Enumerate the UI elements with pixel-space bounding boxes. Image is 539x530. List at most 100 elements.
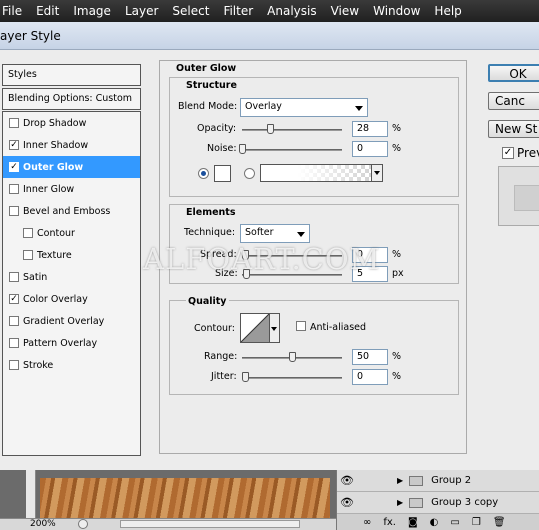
menu-help[interactable]: Help xyxy=(427,4,468,18)
folder-icon[interactable]: ▭ xyxy=(450,517,459,528)
menu-view[interactable]: View xyxy=(324,4,366,18)
checkbox-drop-shadow[interactable] xyxy=(9,118,19,128)
size-slider-track[interactable] xyxy=(242,274,342,276)
checkbox-color-overlay[interactable]: ✓ xyxy=(9,294,19,304)
menu-filter[interactable]: Filter xyxy=(216,4,260,18)
checkbox-contour[interactable] xyxy=(23,228,33,238)
jitter-input[interactable]: 0 xyxy=(352,369,388,385)
trash-icon[interactable]: 🗑 xyxy=(493,517,506,528)
opacity-slider-thumb[interactable] xyxy=(267,124,274,134)
eye-icon[interactable]: 👁 xyxy=(337,496,357,509)
styles-header[interactable]: Styles xyxy=(2,64,141,86)
adjustment-icon[interactable]: ◐ xyxy=(430,517,439,528)
checkbox-outer-glow[interactable]: ✓ xyxy=(9,162,19,172)
menu-window[interactable]: Window xyxy=(366,4,427,18)
structure-group: Structure Blend Mode: Overlay Opacity: 2… xyxy=(169,77,459,197)
elements-title: Elements xyxy=(186,207,236,218)
menu-image[interactable]: Image xyxy=(66,4,118,18)
nav-icon[interactable] xyxy=(78,519,88,529)
spread-slider-thumb[interactable] xyxy=(242,250,249,260)
style-item-inner-glow[interactable]: Inner Glow xyxy=(3,178,140,200)
expand-arrow-icon[interactable]: ▶ xyxy=(397,476,403,485)
checkbox-bevel-emboss[interactable] xyxy=(9,206,19,216)
quality-title: Quality xyxy=(186,296,229,307)
style-item-stroke[interactable]: Stroke xyxy=(3,354,140,376)
range-input[interactable]: 50 xyxy=(352,349,388,365)
style-item-gradient-overlay[interactable]: Gradient Overlay xyxy=(3,310,140,332)
style-item-pattern-overlay[interactable]: Pattern Overlay xyxy=(3,332,140,354)
menu-select[interactable]: Select xyxy=(165,4,216,18)
menu-edit[interactable]: Edit xyxy=(29,4,66,18)
spread-slider-track[interactable] xyxy=(242,255,342,257)
style-item-contour[interactable]: Contour xyxy=(3,222,140,244)
contour-label: Contour: xyxy=(194,323,235,334)
mask-icon[interactable]: ◙ xyxy=(408,517,418,528)
contour-curve-icon xyxy=(240,313,270,343)
opacity-slider-track[interactable] xyxy=(242,129,342,131)
checkbox-texture[interactable] xyxy=(23,250,33,260)
horizontal-scrollbar[interactable] xyxy=(120,520,300,528)
opacity-label: Opacity: xyxy=(197,123,237,134)
chevron-down-icon xyxy=(355,106,363,111)
contour-dropdown-button[interactable] xyxy=(270,313,280,343)
style-preview-box xyxy=(498,166,539,226)
blend-mode-select[interactable]: Overlay xyxy=(240,98,368,117)
fx-icon[interactable]: fx. xyxy=(383,517,396,528)
anti-aliased-checkbox[interactable] xyxy=(296,321,306,331)
link-icon[interactable]: ∞ xyxy=(363,517,371,528)
glow-color-swatch[interactable] xyxy=(214,165,231,182)
noise-input[interactable]: 0 xyxy=(352,141,388,157)
ok-button[interactable]: OK xyxy=(488,64,539,82)
gradient-radio[interactable] xyxy=(244,168,255,179)
style-item-color-overlay[interactable]: ✓ Color Overlay xyxy=(3,288,140,310)
jitter-slider-track[interactable] xyxy=(242,377,342,379)
style-item-bevel-emboss[interactable]: Bevel and Emboss xyxy=(3,200,140,222)
layer-row[interactable]: 👁 ▶ Group 3 copy xyxy=(337,492,539,514)
folder-icon xyxy=(409,497,424,508)
preview-label: Prev xyxy=(517,146,539,160)
checkbox-inner-glow[interactable] xyxy=(9,184,19,194)
spread-input[interactable]: 0 xyxy=(352,247,388,263)
style-item-satin[interactable]: Satin xyxy=(3,266,140,288)
style-item-texture[interactable]: Texture xyxy=(3,244,140,266)
menu-analysis[interactable]: Analysis xyxy=(260,4,323,18)
zoom-level[interactable]: 200% xyxy=(30,519,56,529)
new-layer-icon[interactable]: ❐ xyxy=(472,517,481,528)
style-label: Satin xyxy=(23,271,48,283)
noise-slider-track[interactable] xyxy=(242,149,342,151)
style-label: Contour xyxy=(37,227,75,239)
gradient-picker[interactable] xyxy=(260,164,383,182)
menu-layer[interactable]: Layer xyxy=(118,4,165,18)
layer-row[interactable]: 👁 ▶ Group 2 xyxy=(337,470,539,492)
noise-slider-thumb[interactable] xyxy=(239,144,246,154)
checkbox-stroke[interactable] xyxy=(9,360,19,370)
contour-preview[interactable] xyxy=(240,313,270,343)
checkbox-inner-shadow[interactable]: ✓ xyxy=(9,140,19,150)
technique-select[interactable]: Softer xyxy=(240,224,310,243)
structure-title: Structure xyxy=(186,80,237,91)
dialog-title-bar[interactable]: ayer Style xyxy=(0,22,539,50)
style-item-outer-glow[interactable]: ✓ Outer Glow xyxy=(3,156,140,178)
eye-icon[interactable]: 👁 xyxy=(337,474,357,487)
blending-options-item[interactable]: Blending Options: Custom xyxy=(2,88,141,110)
layers-footer: ∞ fx. ◙ ◐ ▭ ❐ 🗑 xyxy=(337,514,539,530)
size-slider-thumb[interactable] xyxy=(243,269,250,279)
checkbox-gradient-overlay[interactable] xyxy=(9,316,19,326)
style-item-drop-shadow[interactable]: Drop Shadow xyxy=(3,112,140,134)
opacity-input[interactable]: 28 xyxy=(352,121,388,137)
cancel-button[interactable]: Canc xyxy=(488,92,539,110)
checkbox-satin[interactable] xyxy=(9,272,19,282)
style-label: Drop Shadow xyxy=(23,117,87,129)
solid-color-radio[interactable] xyxy=(198,168,209,179)
new-style-button[interactable]: New St xyxy=(488,120,539,138)
style-item-inner-shadow[interactable]: ✓ Inner Shadow xyxy=(3,134,140,156)
elements-group: Elements Technique: Softer Spread: 0 % S… xyxy=(169,204,459,284)
size-input[interactable]: 5 xyxy=(352,266,388,282)
expand-arrow-icon[interactable]: ▶ xyxy=(397,498,403,507)
range-slider-thumb[interactable] xyxy=(289,352,296,362)
checkbox-pattern-overlay[interactable] xyxy=(9,338,19,348)
menu-file[interactable]: File xyxy=(0,4,29,18)
gradient-dropdown-button[interactable] xyxy=(371,165,382,181)
preview-checkbox[interactable]: ✓ xyxy=(502,147,514,159)
jitter-slider-thumb[interactable] xyxy=(242,372,249,382)
